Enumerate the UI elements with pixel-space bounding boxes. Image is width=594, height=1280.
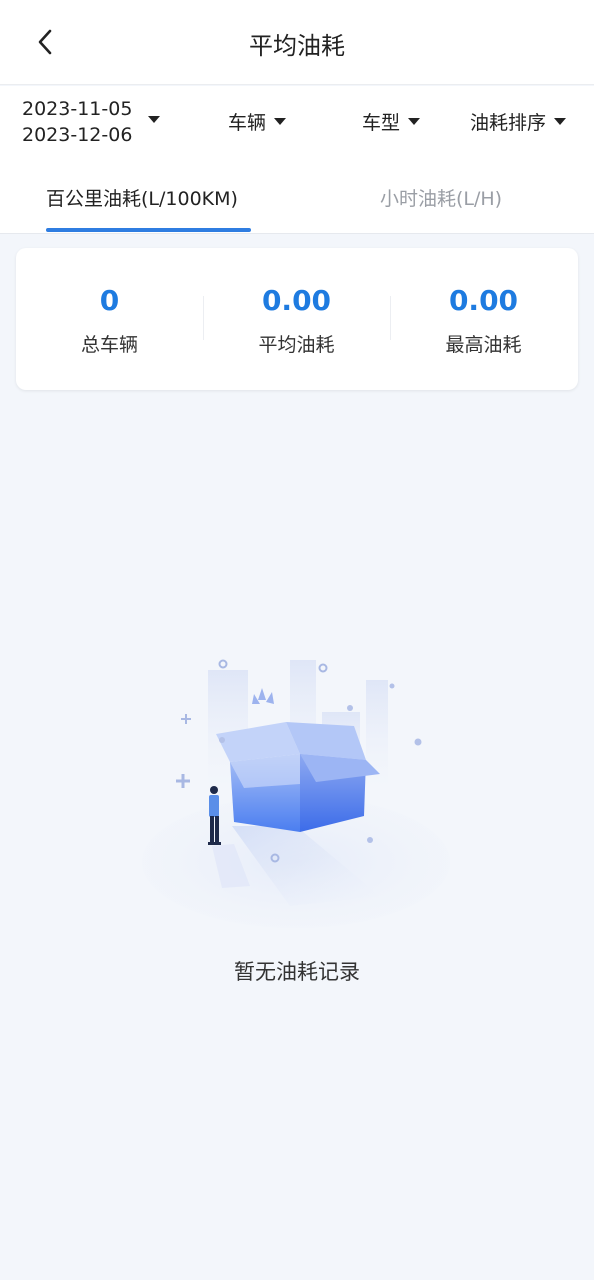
model-filter-label: 车型	[362, 112, 401, 134]
top-app-bar: 平均油耗	[0, 0, 594, 85]
stat-label: 平均油耗	[258, 334, 335, 356]
tab-indicator	[46, 228, 251, 232]
date-end: 2023-12-06	[22, 124, 133, 146]
date-range-filter[interactable]: 2023-11-05 2023-12-06	[22, 96, 162, 148]
empty-state-message: 暂无油耗记录	[234, 960, 360, 984]
stat-label: 总车辆	[80, 334, 138, 356]
stat-total-vehicles: 0 总车辆	[16, 248, 203, 390]
tab-per-hour[interactable]: 小时油耗(L/H)	[380, 184, 502, 211]
stat-max-consumption: 0.00 最高油耗	[390, 248, 577, 390]
date-start: 2023-11-05	[22, 98, 133, 120]
caret-down-icon	[274, 118, 287, 125]
stats-card: 0 总车辆 0.00 平均油耗 0.00 最高油耗	[16, 248, 578, 390]
filter-bar: 2023-11-05 2023-12-06 车辆 车型 油耗排序	[0, 86, 594, 162]
caret-down-icon	[148, 116, 160, 123]
vehicle-filter[interactable]: 车辆	[228, 108, 287, 135]
stat-value: 0	[99, 284, 120, 317]
caret-down-icon	[554, 118, 567, 125]
tab-per-100km[interactable]: 百公里油耗(L/100KM)	[46, 184, 238, 211]
vehicle-filter-label: 车辆	[228, 112, 267, 134]
stat-value: 0.00	[261, 284, 332, 317]
caret-down-icon	[408, 118, 421, 125]
model-filter[interactable]: 车型	[362, 108, 421, 135]
sort-filter[interactable]: 油耗排序	[470, 108, 567, 135]
stat-label: 最高油耗	[445, 334, 522, 356]
tab-bar: 百公里油耗(L/100KM) 小时油耗(L/H)	[0, 162, 594, 234]
empty-box-illustration	[140, 656, 452, 940]
stat-average-consumption: 0.00 平均油耗	[203, 248, 390, 390]
page-title: 平均油耗	[249, 32, 345, 60]
sort-filter-label: 油耗排序	[470, 112, 547, 134]
stat-value: 0.00	[448, 284, 519, 317]
